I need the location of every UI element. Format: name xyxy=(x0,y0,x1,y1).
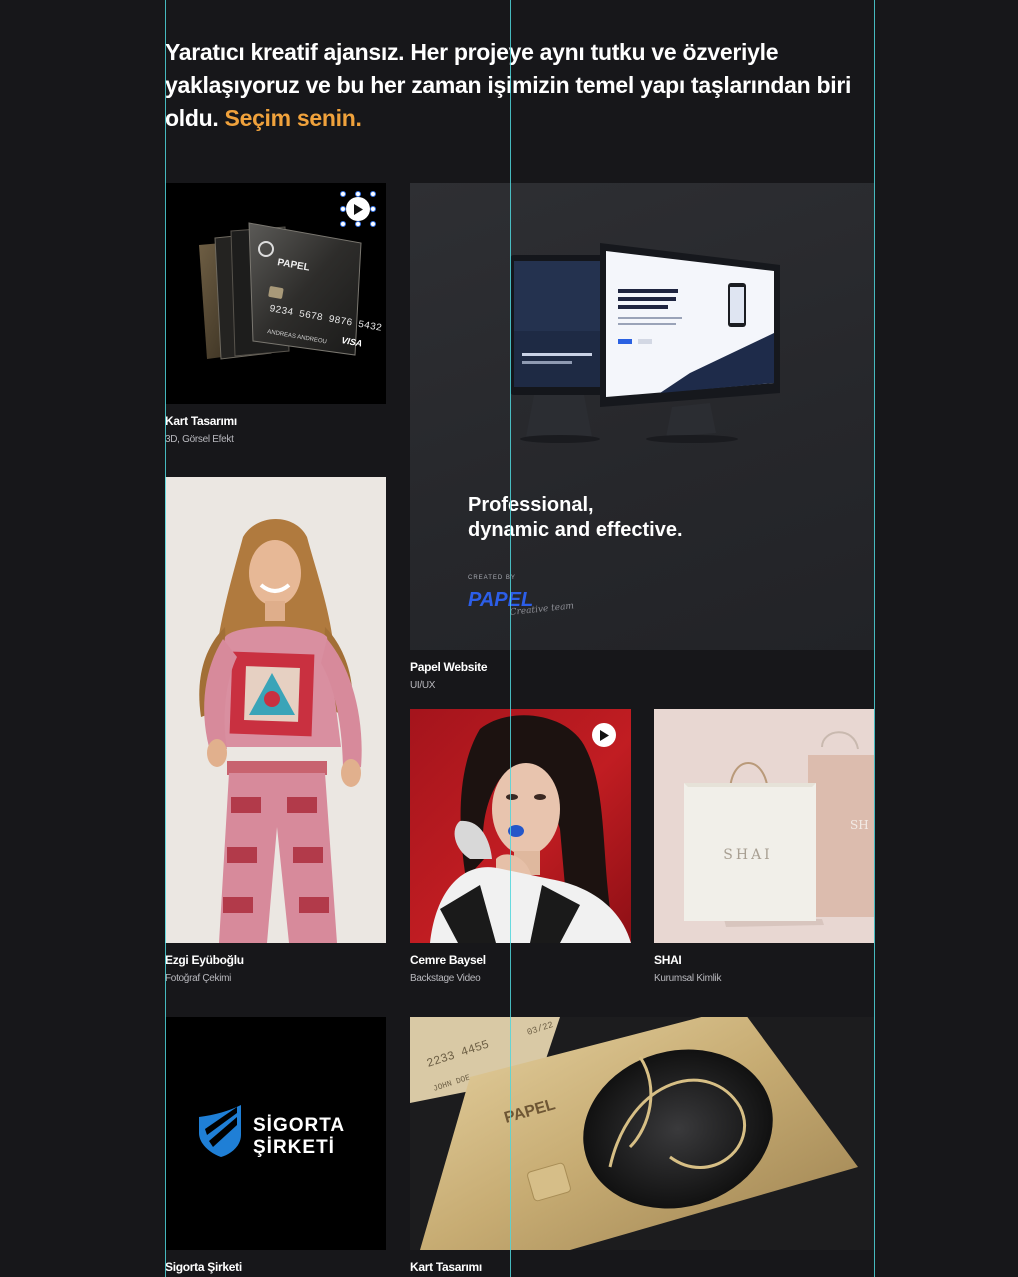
shai-logo: SHAI xyxy=(723,847,772,863)
project-card-kart-tasarimi[interactable]: PAPEL 9234 5678 9876 5432 ANDREAS ANDREO… xyxy=(165,183,386,453)
website-created-by: CREATED BY xyxy=(468,575,516,581)
sigorta-logo-illustration: SİGORTA ŞİRKETİ xyxy=(199,1105,345,1158)
project-category: 3D, Görsel Efekt xyxy=(165,434,234,445)
project-title[interactable]: Kart Tasarımı xyxy=(165,414,237,428)
sigorta-line-1: SİGORTA xyxy=(253,1115,345,1136)
project-card-sigorta-sirketi[interactable]: SİGORTA ŞİRKETİ Sigorta Şirketi xyxy=(165,1017,386,1277)
intro-accent: Seçim senin. xyxy=(224,105,362,131)
project-card-cemre-baysel[interactable]: Cemre Baysel Backstage Video xyxy=(410,709,631,992)
project-category: UI/UX xyxy=(410,680,436,691)
project-card-papel-website[interactable]: Professional, dynamic and effective. CRE… xyxy=(410,183,874,698)
intro-text: Yaratıcı kreatif ajansız. Her projeye ay… xyxy=(165,36,865,135)
sigorta-line-2: ŞİRKETİ xyxy=(253,1137,335,1158)
monitor-back xyxy=(510,255,604,443)
website-headline-1: Professional, xyxy=(468,494,594,516)
shield-icon xyxy=(199,1105,241,1157)
project-thumbnail: SH SHAI xyxy=(654,709,874,943)
gold-card-illustration: 2233 4455 03/22 JOHN DOE PAPEL xyxy=(410,1017,858,1250)
project-card-kart-tasarimi-gold[interactable]: 2233 4455 03/22 JOHN DOE PAPEL Kart Tasa… xyxy=(410,1017,874,1277)
project-title[interactable]: Kart Tasarımı xyxy=(410,1260,482,1274)
project-title[interactable]: SHAI xyxy=(654,953,682,967)
website-mockup-illustration: Professional, dynamic and effective. CRE… xyxy=(468,243,780,618)
project-thumbnail xyxy=(410,709,631,943)
project-title[interactable]: Cemre Baysel xyxy=(410,953,486,967)
shopping-bags-illustration: SH SHAI xyxy=(684,731,874,927)
shai-logo-back: SH xyxy=(850,818,869,832)
monitor-front xyxy=(600,243,780,443)
website-headline-2: dynamic and effective. xyxy=(468,519,683,541)
project-thumbnail: PAPEL 9234 5678 9876 5432 ANDREAS ANDREO… xyxy=(165,183,386,404)
project-card-shai[interactable]: SH SHAI SHAI Kurumsal Kimlik xyxy=(654,709,874,992)
guide-line-right xyxy=(874,0,875,1277)
selection-handles[interactable] xyxy=(340,191,376,227)
project-category: Fotoğraf Çekimi xyxy=(165,973,232,984)
project-title[interactable]: Sigorta Şirketi xyxy=(165,1260,242,1274)
portrait-photo-illustration xyxy=(199,519,362,943)
project-title[interactable]: Papel Website xyxy=(410,660,488,674)
project-category: Kurumsal Kimlik xyxy=(654,973,722,984)
project-thumbnail xyxy=(165,477,386,943)
play-icon[interactable] xyxy=(592,723,616,747)
project-thumbnail: Professional, dynamic and effective. CRE… xyxy=(410,183,874,650)
project-category: Backstage Video xyxy=(410,973,481,984)
project-title[interactable]: Ezgi Eyüboğlu xyxy=(165,953,244,967)
play-icon[interactable] xyxy=(346,197,370,221)
project-thumbnail: SİGORTA ŞİRKETİ xyxy=(165,1017,386,1250)
project-thumbnail: 2233 4455 03/22 JOHN DOE PAPEL xyxy=(410,1017,874,1250)
project-card-ezgi-eyuboglu[interactable]: Ezgi Eyüboğlu Fotoğraf Çekimi xyxy=(165,477,386,992)
